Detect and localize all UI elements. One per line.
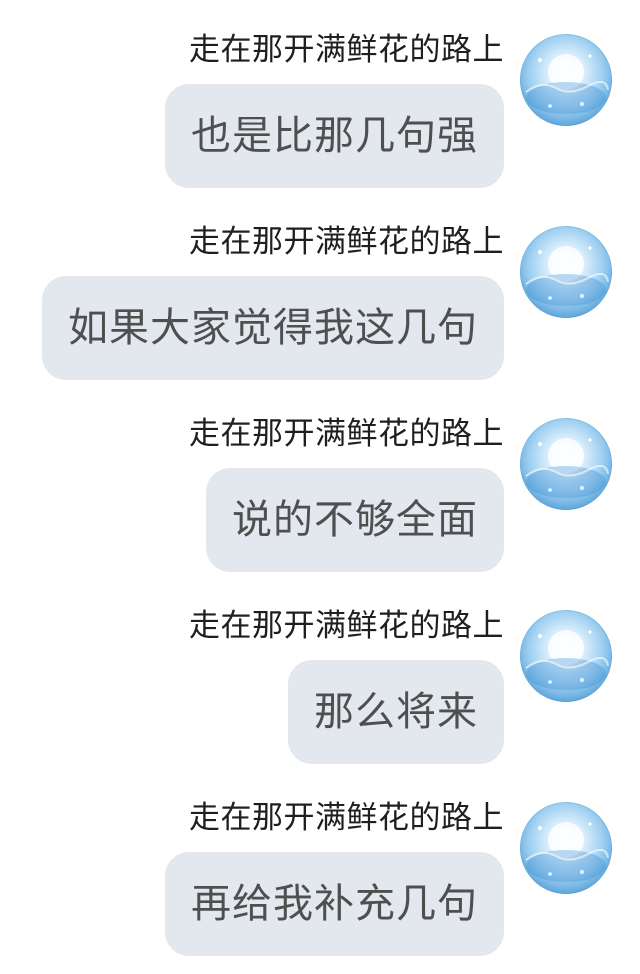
avatar-sky-image: [525, 630, 609, 690]
message-row: 走在那开满鲜花的路上 如果大家觉得我这几句: [0, 192, 640, 384]
message-row: 走在那开满鲜花的路上 说的不够全面: [0, 384, 640, 576]
avatar-sky-image: [525, 54, 609, 114]
sender-name[interactable]: 走在那开满鲜花的路上: [189, 222, 504, 262]
avatar[interactable]: [520, 802, 612, 894]
message-row: 走在那开满鲜花的路上 再给我补充几句: [0, 768, 640, 960]
message-bubble[interactable]: 那么将来: [288, 660, 504, 764]
avatar[interactable]: [520, 34, 612, 126]
message-bubble[interactable]: 也是比那几句强: [165, 84, 504, 188]
chat-thread: 走在那开满鲜花的路上 也是比那几句强 走在那开满鲜花的路上 如果大家觉得我这几句: [0, 0, 640, 974]
avatar[interactable]: [520, 226, 612, 318]
sender-name[interactable]: 走在那开满鲜花的路上: [189, 606, 504, 646]
avatar-sky-image: [525, 438, 609, 498]
avatar[interactable]: [520, 418, 612, 510]
avatar-sky-image: [525, 822, 609, 882]
avatar-sky-image: [525, 246, 609, 306]
message-row: 走在那开满鲜花的路上 那么将来: [0, 576, 640, 768]
message-row: 走在那开满鲜花的路上 也是比那几句强: [0, 0, 640, 192]
sender-name[interactable]: 走在那开满鲜花的路上: [189, 414, 504, 454]
sender-name[interactable]: 走在那开满鲜花的路上: [189, 30, 504, 70]
message-bubble[interactable]: 再给我补充几句: [165, 852, 504, 956]
message-bubble[interactable]: 如果大家觉得我这几句: [42, 276, 504, 380]
avatar[interactable]: [520, 610, 612, 702]
message-bubble[interactable]: 说的不够全面: [206, 468, 504, 572]
sender-name[interactable]: 走在那开满鲜花的路上: [189, 798, 504, 838]
